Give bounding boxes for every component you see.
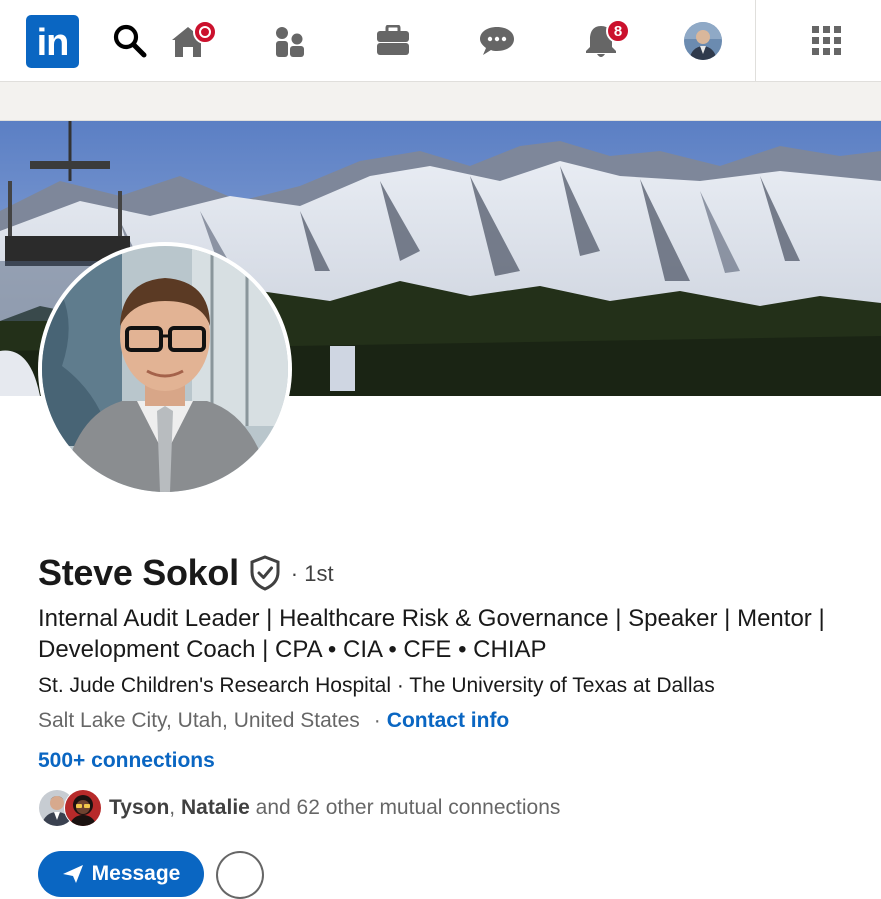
verified-shield-icon[interactable] [249, 555, 281, 591]
mutual-connections-text[interactable]: Tyson, Natalie and 62 other mutual conne… [109, 796, 560, 820]
nav-divider [755, 0, 756, 81]
profile-name: Steve Sokol [38, 552, 239, 593]
more-actions-button[interactable] [216, 851, 264, 899]
home-notification-dot [193, 20, 217, 44]
send-icon [62, 865, 83, 883]
location-row: Salt Lake City, Utah, United States · Co… [38, 709, 509, 733]
mutual-avatars [38, 789, 104, 827]
location: Salt Lake City, Utah, United States [38, 709, 360, 732]
people-icon[interactable] [268, 0, 312, 81]
message-button[interactable]: Message [38, 851, 204, 897]
name-row: Steve Sokol · 1st [38, 552, 334, 594]
mutual-connections[interactable]: Tyson, Natalie and 62 other mutual conne… [38, 789, 560, 827]
briefcase-icon[interactable] [371, 0, 415, 81]
notifications-badge: 8 [606, 19, 630, 43]
organizations[interactable]: St. Jude Children's Research Hospital · … [38, 674, 715, 698]
search-icon[interactable] [108, 0, 152, 81]
mutual-avatar-2 [64, 789, 102, 827]
separator: · [373, 709, 381, 732]
mutual-rest: and 62 other mutual connections [249, 796, 561, 819]
message-button-label: Message [91, 862, 181, 885]
global-nav: in 8 [0, 0, 881, 82]
connections-link[interactable]: 500+ connections [38, 749, 215, 773]
connection-degree: · 1st [290, 561, 334, 586]
mutual-name-2: Natalie [180, 796, 250, 819]
grid-icon[interactable] [805, 0, 849, 81]
chat-icon[interactable] [475, 0, 519, 81]
me-avatar[interactable] [681, 0, 725, 81]
linkedin-logo[interactable]: in [26, 15, 79, 68]
mutual-name-1: Tyson [109, 796, 170, 819]
logo-text: in [36, 22, 70, 64]
mutual-comma: , [169, 796, 181, 819]
profile-headline: Internal Audit Leader | Healthcare Risk … [38, 605, 825, 663]
profile-photo[interactable] [38, 242, 292, 496]
contact-info-link[interactable]: Contact info [387, 709, 509, 733]
page-background-strip [0, 82, 881, 121]
